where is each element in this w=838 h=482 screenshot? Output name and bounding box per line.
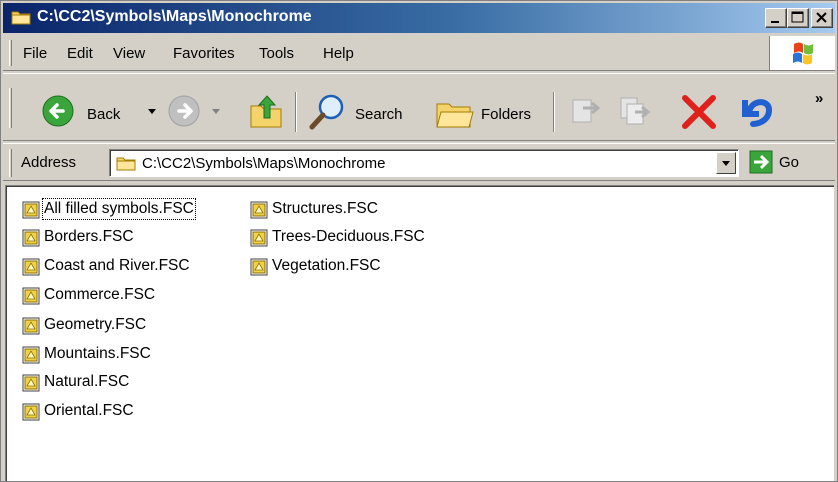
folders-button[interactable]: Folders (481, 106, 531, 123)
window-title: C:\CC2\Symbols\Maps\Monochrome (37, 8, 312, 25)
address-label: Address (21, 154, 77, 171)
go-button[interactable]: Go (749, 150, 829, 176)
back-button[interactable]: Back (87, 106, 120, 123)
folder-icon (116, 155, 136, 175)
back-icon[interactable] (41, 94, 75, 134)
file-name: Coast and River.FSC (44, 257, 190, 274)
file-name: Vegetation.FSC (272, 257, 381, 274)
move-to-icon[interactable] (569, 94, 603, 134)
menu-view[interactable]: View (113, 45, 145, 62)
file-name: All filled symbols.FSC (42, 198, 196, 220)
fsc-file-icon (250, 201, 268, 219)
fsc-file-icon (22, 346, 40, 364)
fsc-file-icon (250, 258, 268, 276)
fsc-file-icon (22, 317, 40, 335)
close-icon (816, 12, 827, 23)
fsc-file-icon (22, 201, 40, 219)
toolbar-separator (553, 92, 555, 132)
file-name: Trees-Deciduous.FSC (272, 228, 425, 245)
copy-to-icon[interactable] (617, 94, 651, 134)
search-button[interactable]: Search (355, 106, 403, 123)
address-value: C:\CC2\Symbols\Maps\Monochrome (142, 155, 386, 172)
back-dropdown-icon[interactable] (147, 104, 157, 144)
menu-file[interactable]: File (23, 45, 47, 62)
menu-help[interactable]: Help (323, 45, 354, 62)
fsc-file-icon (22, 374, 40, 392)
menubar-grip[interactable] (9, 40, 12, 66)
minimize-button[interactable] (765, 8, 787, 28)
title-bar[interactable]: C:\CC2\Symbols\Maps\Monochrome (3, 3, 835, 33)
fsc-file-icon (22, 229, 40, 247)
addressbar-grip[interactable] (9, 149, 12, 177)
address-input[interactable]: C:\CC2\Symbols\Maps\Monochrome (109, 149, 739, 177)
fsc-file-icon (22, 403, 40, 421)
maximize-button[interactable] (787, 8, 809, 28)
toolbar-overflow-chevron[interactable]: » (815, 90, 823, 107)
file-name: Natural.FSC (44, 373, 130, 390)
forward-icon[interactable] (167, 94, 201, 134)
standard-toolbar: Back Search Folders » (3, 73, 835, 141)
search-icon[interactable] (307, 92, 347, 132)
toolbar-separator (295, 92, 297, 132)
delete-icon[interactable] (679, 94, 719, 134)
chevron-down-icon (722, 161, 730, 166)
close-button[interactable] (811, 8, 833, 28)
toolbar-grip[interactable] (9, 88, 12, 128)
up-folder-icon[interactable] (249, 92, 283, 132)
menu-edit[interactable]: Edit (67, 45, 93, 62)
menu-favorites[interactable]: Favorites (173, 45, 235, 62)
windows-logo-icon (793, 42, 813, 65)
undo-icon[interactable] (735, 92, 775, 132)
file-name: Oriental.FSC (44, 402, 134, 419)
explorer-window: C:\CC2\Symbols\Maps\Monochrome File Edit… (0, 0, 838, 482)
maximize-icon (791, 11, 804, 23)
fsc-file-icon (22, 287, 40, 305)
fsc-file-icon (22, 258, 40, 276)
windows-logo (769, 36, 835, 70)
menu-tools[interactable]: Tools (259, 45, 294, 62)
file-name: Geometry.FSC (44, 316, 147, 333)
go-arrow-icon (749, 150, 773, 174)
forward-dropdown-icon[interactable] (211, 104, 221, 144)
fsc-file-icon (250, 229, 268, 247)
file-name: Structures.FSC (272, 200, 378, 217)
file-name: Borders.FSC (44, 228, 134, 245)
go-label: Go (779, 154, 800, 171)
folder-icon (11, 9, 31, 25)
address-bar: Address C:\CC2\Symbols\Maps\Monochrome G… (3, 143, 835, 181)
file-list-pane[interactable]: All filled symbols.FSC Borders.FSC Coast… (5, 185, 834, 481)
address-dropdown-button[interactable] (716, 152, 736, 174)
menu-bar: File Edit View Favorites Tools Help (3, 35, 835, 71)
folders-icon[interactable] (435, 92, 477, 132)
file-name: Mountains.FSC (44, 345, 151, 362)
file-name: Commerce.FSC (44, 286, 156, 303)
minimize-icon (771, 21, 779, 23)
